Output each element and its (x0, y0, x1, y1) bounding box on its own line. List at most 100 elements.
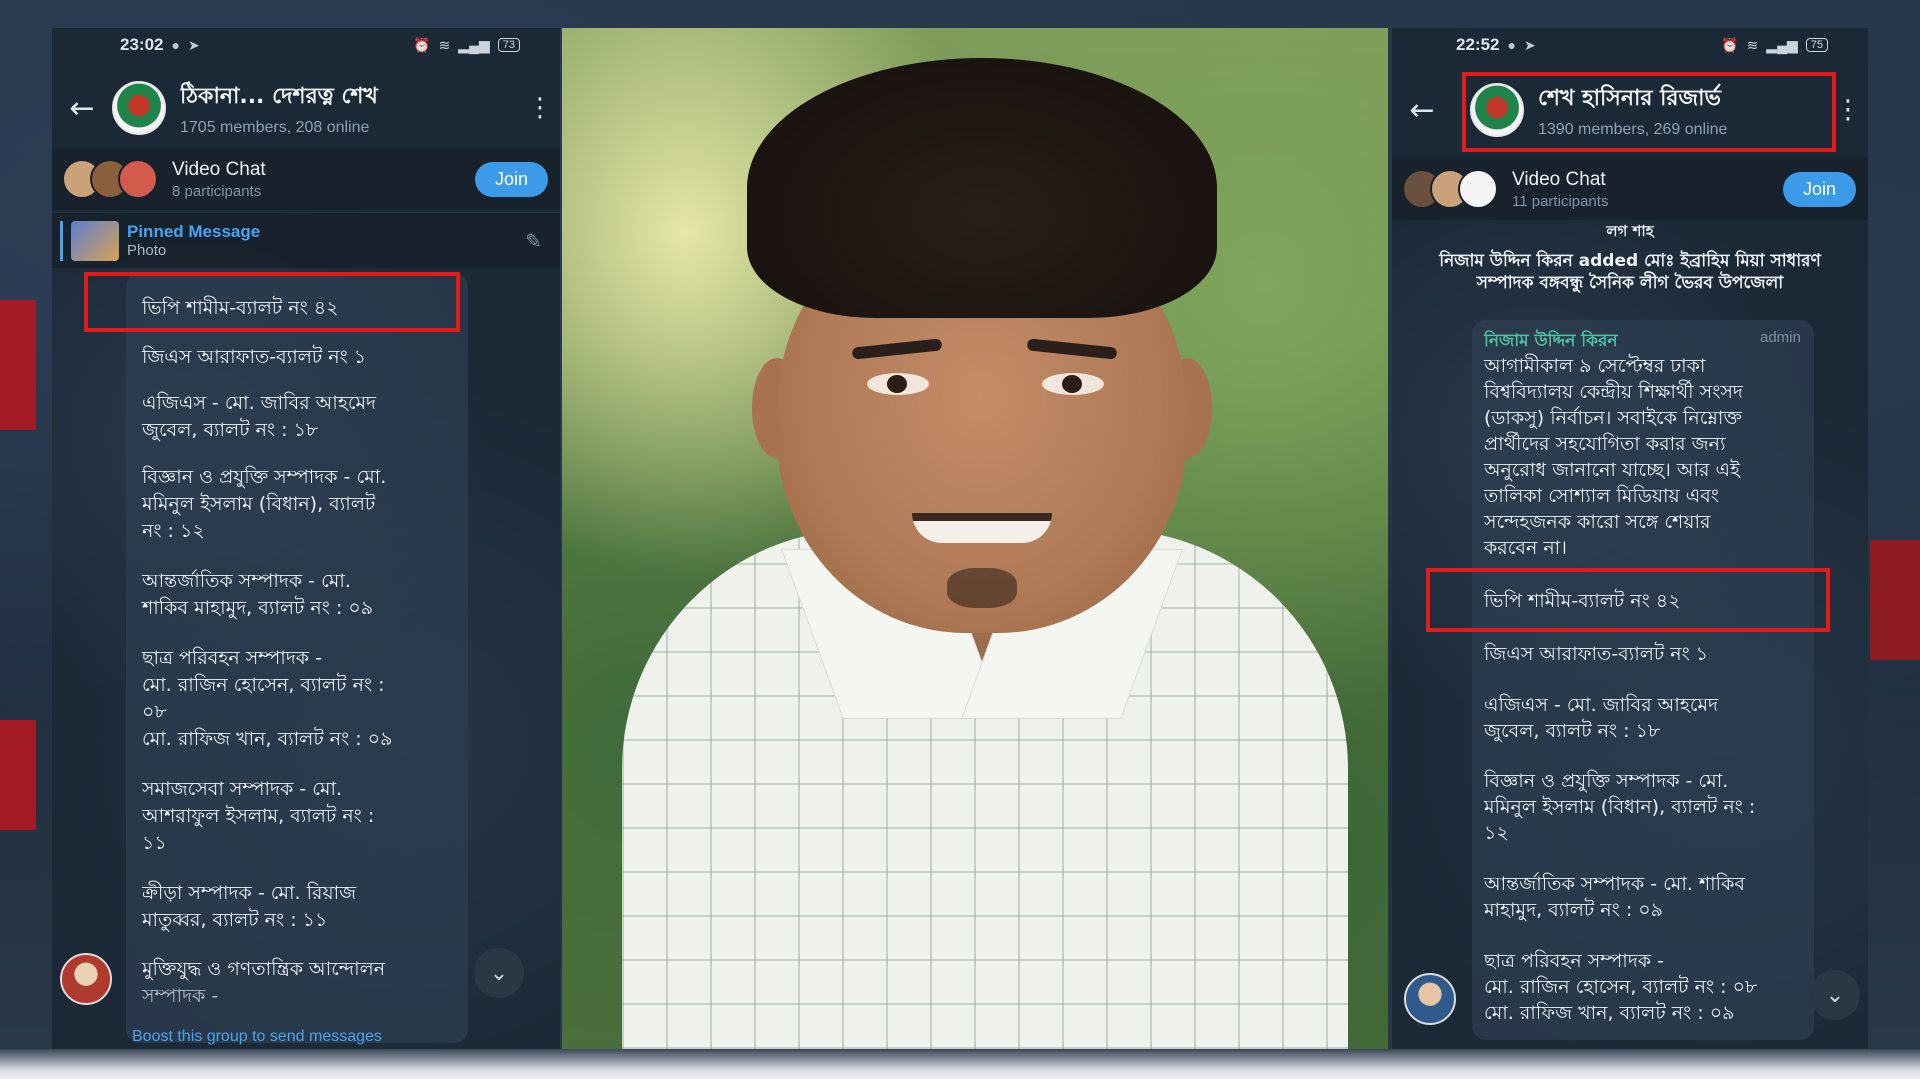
pinned-text: Pinned Message Photo (127, 222, 525, 259)
message-line: বিজ্ঞান ও প্রযুক্তি সম্পাদক - মো. (1484, 770, 1729, 792)
video-chat-title: Video Chat (1512, 168, 1606, 190)
service-message: সম্পাদক বঙ্গবন্ধু সৈনিক লীগ ভৈরব উপজেলা (1476, 273, 1784, 293)
notification-icon: ● (171, 37, 180, 53)
pinned-message-bar[interactable]: Pinned Message Photo ✎ (52, 212, 560, 268)
video-chat-participants: 8 participants (172, 182, 262, 200)
decor-left-2 (0, 720, 36, 830)
message-line: মো. রাজিন হোসেন, ব্যালট নং : (142, 674, 385, 696)
pinned-title: Pinned Message (127, 222, 261, 241)
chevron-down-icon[interactable]: ⌄ (474, 948, 524, 998)
message-line: ১১ (142, 832, 167, 854)
kebab-menu-icon[interactable]: ⋮ (520, 93, 560, 123)
message-line: আশরাফুল ইসলাম, ব্যালট নং : (142, 805, 375, 827)
highlight-box (1462, 72, 1836, 152)
message-line: এজিএস - মো. জাবির আহমেদ (142, 392, 376, 414)
message-line: আগামীকাল ৯ সেপ্টেম্বর ঢাকা (1484, 355, 1706, 377)
video-chat-bar[interactable]: Video Chat 11 participants Join (1392, 158, 1868, 220)
left-phone-screenshot: 23:02 ● ➤ ⏰ ≋ ▂▄▆ 73 ← ঠিকানা... দেশরত্ন… (52, 28, 560, 1049)
right-phone-screenshot: 22:52 ● ➤ ⏰ ≋ ▂▄▆ 75 ← শেখ হাসিনার রিজার… (1392, 28, 1868, 1049)
header-text[interactable]: ঠিকানা... দেশরত্ন শেখ 1705 members, 208 … (180, 79, 520, 137)
message-line: ০৮ (142, 701, 167, 723)
alarm-icon: ⏰ (413, 36, 431, 53)
decor-right (1870, 540, 1920, 660)
highlight-box (84, 272, 460, 332)
decor-left (0, 300, 36, 430)
join-button[interactable]: Join (1782, 171, 1856, 207)
message-line: মো. রাজিন হোসেন, ব্যালট নং : ০৮ (1484, 976, 1758, 998)
message-line: মো. রাফিজ খান, ব্যালট নং : ০৯ (142, 728, 393, 750)
message-line: মুক্তিযুদ্ধ ও গণতান্ত্রিক আন্দোলন (142, 958, 386, 980)
avatar (118, 159, 158, 199)
message-line: মমিনুল ইসলাম (বিধান), ব্যালট নং : (1484, 796, 1756, 818)
beard (947, 568, 1017, 608)
status-bar: 23:02 ● ➤ ⏰ ≋ ▂▄▆ 73 (52, 28, 560, 62)
pinned-subtitle: Photo (127, 242, 167, 259)
message-line: নং : ১২ (142, 520, 205, 542)
service-message-partial: লগ শাহ (1606, 222, 1654, 240)
video-chat-bar[interactable]: Video Chat 8 participants Join (52, 148, 560, 210)
status-time: 23:02 (120, 35, 164, 54)
message-line: জিএস আরাফাত-ব্যালট নং ১ (142, 346, 367, 368)
battery-icon: 73 (497, 38, 520, 52)
back-arrow-icon[interactable]: ← (52, 91, 112, 126)
hair (747, 58, 1217, 318)
signal-icon: ▂▄▆ (1766, 36, 1798, 53)
eye-left (867, 373, 929, 395)
status-time: 22:52 (1456, 35, 1500, 54)
wifi-icon: ≋ (1746, 36, 1759, 53)
wifi-icon: ≋ (438, 36, 451, 53)
message-line: আন্তর্জাতিক সম্পাদক - মো. শাকিব (1484, 873, 1745, 895)
message-line: মমিনুল ইসলাম (বিধান), ব্যালট (142, 493, 376, 515)
notification-icon: ● (1507, 37, 1516, 53)
group-title: ঠিকানা... দেশরত্ন শেখ (180, 84, 378, 109)
chat-header: ← ঠিকানা... দেশরত্ন শেখ 1705 members, 20… (52, 68, 560, 148)
message-line: অনুরোধ জানানো যাচ্ছে। আর এই (1484, 459, 1740, 481)
status-bar: 22:52 ● ➤ ⏰ ≋ ▂▄▆ 75 (1392, 28, 1868, 62)
eye-right (1042, 373, 1104, 395)
message-line: ছাত্র পরিবহন সম্পাদক - (1484, 950, 1664, 972)
message-line: বিজ্ঞান ও প্রযুক্তি সম্পাদক - মো. (142, 466, 387, 488)
video-chat-text: Video Chat 11 participants (1512, 169, 1783, 210)
telegram-icon: ➤ (1523, 36, 1536, 53)
message-line: তালিকা সোশ্যাল মিডিয়ায় এবং (1484, 485, 1719, 507)
pinned-thumbnail (71, 220, 119, 261)
message-line: মাতুব্বর, ব্যালট নং : ১১ (142, 909, 328, 931)
video-chat-text: Video Chat 8 participants (172, 159, 475, 200)
pin-list-icon[interactable]: ✎ (525, 229, 542, 253)
video-chat-participants: 11 participants (1512, 192, 1609, 210)
alarm-icon: ⏰ (1721, 36, 1739, 53)
status-icons: ⏰ ≋ ▂▄▆ 75 (1721, 37, 1828, 54)
sender-avatar[interactable] (60, 953, 112, 1005)
message-line: সম্পাদক - (142, 985, 219, 1007)
back-arrow-icon[interactable]: ← (1392, 93, 1452, 128)
video-chat-title: Video Chat (172, 158, 266, 180)
signal-icon: ▂▄▆ (458, 36, 490, 53)
service-message: নিজাম উদ্দিন কিরন added মোঃ ইব্রাহিম মিয… (1439, 251, 1821, 271)
sender-avatar[interactable] (1404, 973, 1456, 1025)
avatar (1458, 169, 1498, 209)
message-line: আন্তর্জাতিক সম্পাদক - মো. (142, 570, 351, 592)
participant-avatars (1402, 169, 1498, 209)
status-icons: ⏰ ≋ ▂▄▆ 73 (413, 37, 520, 54)
join-button[interactable]: Join (474, 161, 548, 197)
message-line: সমাজসেবা সম্পাদক - মো. (142, 778, 343, 800)
message-line: প্রার্থীদের সহযোগিতা করার জন্য (1484, 433, 1726, 455)
chevron-down-icon[interactable]: ⌄ (1810, 970, 1860, 1020)
admin-badge: admin (1760, 329, 1801, 346)
message-line: মাহামুদ, ব্যালট নং : ০৯ (1484, 899, 1663, 921)
battery-icon: 75 (1805, 38, 1828, 52)
message-line: ছাত্র পরিবহন সম্পাদক - (142, 647, 322, 669)
message-line: করবেন না। (1484, 537, 1567, 559)
mouth (912, 513, 1052, 543)
group-avatar[interactable] (112, 81, 166, 135)
message-line: জুবেল, ব্যালট নং : ১৮ (1484, 720, 1661, 742)
highlight-box (1426, 568, 1830, 632)
message-line: ক্রীড়া সম্পাদক - মো. রিয়াজ (142, 882, 357, 904)
message-line: (ডাকসু) নির্বাচন। সবাইকে নিম্নোক্ত (1484, 407, 1742, 429)
message-line: জুবেল, ব্যালট নং : ১৮ (142, 419, 319, 441)
portrait-photo (562, 28, 1388, 1049)
sender-name[interactable]: নিজাম উদ্দিন কিরন (1484, 328, 1618, 356)
message-line: মো. রাফিজ খান, ব্যালট নং : ০৯ (1484, 1002, 1735, 1024)
boost-group-link[interactable]: Boost this group to send messages (132, 1028, 382, 1046)
message-line: সন্দেহজনক কারো সঙ্গে শেয়ার (1484, 511, 1711, 533)
